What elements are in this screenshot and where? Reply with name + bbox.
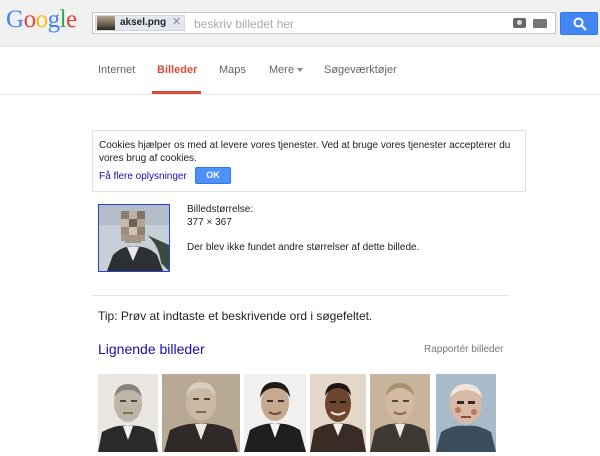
logo-letter: G [6, 6, 24, 33]
similar-image[interactable] [162, 374, 240, 452]
search-icon [573, 17, 587, 31]
chip-filename: aksel.png [120, 17, 167, 28]
logo-letter: o [23, 6, 37, 33]
cookie-notice: Cookies hjælper os med at levere vores t… [92, 130, 526, 192]
similar-image-4 [310, 374, 366, 452]
similar-image[interactable] [310, 374, 366, 452]
tabs-divider [0, 94, 600, 95]
ok-button[interactable]: OK [195, 167, 231, 184]
search-button[interactable] [560, 12, 598, 35]
similar-image-1 [98, 374, 158, 452]
image-size-label: Billedstørrelse: [187, 204, 254, 215]
tab-internet[interactable]: Internet [98, 64, 135, 76]
query-image-thumbnail[interactable] [98, 204, 170, 272]
logo-letter: g [47, 6, 61, 33]
chevron-down-icon [297, 68, 304, 73]
search-input[interactable]: beskriv billedet her [194, 17, 294, 31]
logo-letter: o [35, 6, 49, 33]
no-other-sizes-text: Der blev ikke fundet andre størrelser af… [187, 242, 420, 253]
close-icon[interactable]: ✕ [172, 15, 181, 28]
tab-soegevaerktoejer[interactable]: Søgeværktøjer [324, 64, 397, 76]
tab-mere-label: Mere [269, 64, 295, 76]
report-images-link[interactable]: Rapportér billeder [424, 344, 504, 355]
keyboard-icon[interactable] [533, 19, 547, 28]
tab-mere[interactable]: Mere [269, 64, 304, 76]
similar-image[interactable] [436, 374, 496, 452]
google-logo[interactable]: Google [6, 6, 77, 34]
camera-icon[interactable] [513, 18, 526, 28]
similar-image-2 [162, 374, 240, 452]
search-box[interactable]: aksel.png ✕ beskriv billedet her [92, 12, 556, 34]
similar-image[interactable] [98, 374, 158, 452]
more-info-link[interactable]: Få flere oplysninger [99, 171, 187, 182]
similar-image-3 [244, 374, 306, 452]
search-tip: Tip: Prøv at indtaste et beskrivende ord… [98, 309, 373, 323]
section-divider [92, 295, 510, 296]
similar-image-6 [436, 374, 496, 452]
similar-image[interactable] [370, 374, 430, 452]
image-query-chip[interactable]: aksel.png ✕ [95, 15, 185, 31]
portrait-image [99, 205, 169, 271]
similar-images-heading[interactable]: Lignende billeder [98, 341, 205, 357]
image-size-value: 377 × 367 [187, 217, 232, 228]
chip-thumbnail [97, 16, 115, 30]
tab-maps[interactable]: Maps [219, 64, 246, 76]
tab-billeder[interactable]: Billeder [157, 64, 197, 76]
logo-letter: e [66, 6, 77, 33]
similar-image-5 [370, 374, 430, 452]
similar-image[interactable] [244, 374, 306, 452]
cookie-text: Cookies hjælper os med at levere vores t… [99, 140, 511, 164]
